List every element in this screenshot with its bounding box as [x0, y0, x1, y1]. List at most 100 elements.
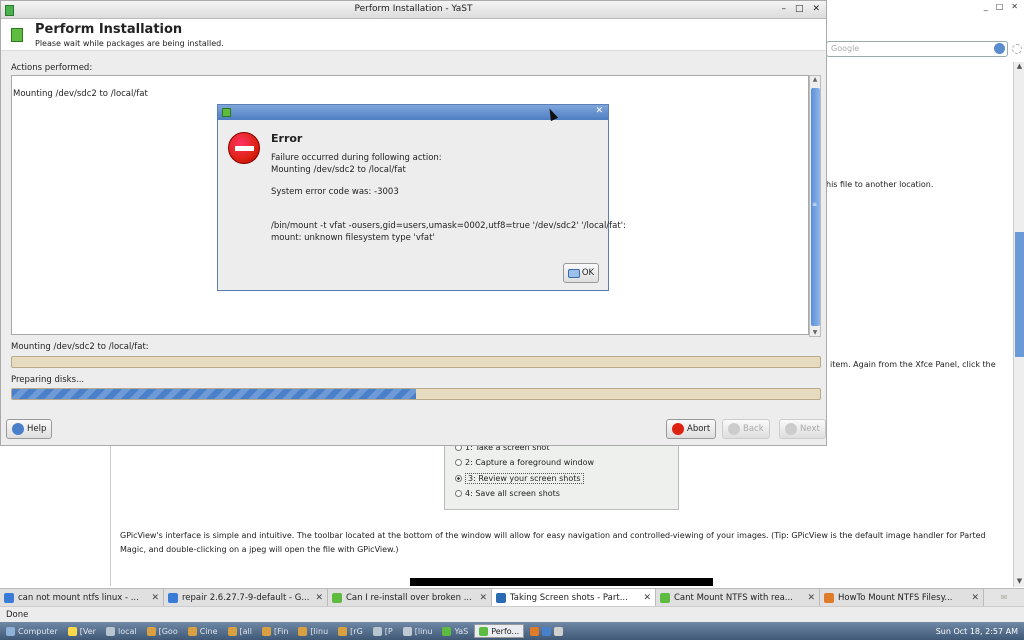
log-scrollbar[interactable]: ▲ ≡ ▼: [809, 75, 821, 337]
maximize-icon[interactable]: □: [996, 2, 1004, 11]
tray-update-icon[interactable]: [530, 626, 540, 636]
scroll-thumb[interactable]: [1015, 232, 1024, 357]
progress-bar-total: [11, 388, 821, 400]
tab-taking-screenshots[interactable]: Taking Screen shots - Part... ✕: [492, 589, 656, 607]
tab-close-icon[interactable]: ✕: [315, 593, 323, 603]
computer-icon: [6, 626, 15, 636]
abort-button[interactable]: Abort: [666, 419, 717, 439]
tab-close-icon[interactable]: ✕: [479, 593, 487, 603]
tab-list-icon[interactable]: ✉: [984, 589, 1024, 606]
firefox-icon: [187, 626, 197, 636]
capture-option-4: 4: Save all screen shots: [455, 489, 560, 498]
package-icon: [11, 28, 23, 42]
back-button[interactable]: Back: [722, 419, 770, 439]
browser-tab-bar: can not mount ntfs linux - ... ✕ repair …: [0, 588, 1024, 607]
ok-button[interactable]: OK: [563, 263, 599, 283]
tray-icons: [526, 624, 567, 638]
minimize-icon[interactable]: _: [984, 2, 988, 11]
taskbar-item-perform-installation[interactable]: Perfo...: [474, 624, 525, 638]
taskbar-item[interactable]: local: [102, 624, 141, 638]
window-title: Perform Installation - YaST: [354, 4, 473, 14]
dialog-heading: Error: [271, 132, 303, 145]
tab-repair-kernel[interactable]: repair 2.6.27.7-9-default - G... ✕: [164, 589, 328, 607]
scroll-up-icon[interactable]: ▲: [810, 76, 820, 83]
taskbar-item-yast[interactable]: YaS: [438, 624, 472, 638]
actions-label: Actions performed:: [11, 63, 93, 73]
error-stop-icon: [228, 132, 260, 164]
capture-option-2: 2: Capture a foreground window: [455, 458, 594, 467]
help-button[interactable]: Help: [6, 419, 53, 439]
progress2-label: Preparing disks...: [11, 375, 85, 385]
folder-icon: [105, 626, 115, 636]
taskbar-item[interactable]: [Fin: [258, 624, 292, 638]
google-icon: [4, 593, 14, 603]
progress1-label: Mounting /dev/sdc2 to /local/fat:: [11, 342, 149, 352]
capture-options-image: 1: Take a screen shot 2: Capture a foreg…: [444, 440, 679, 510]
article-text-fragment: his file to another location.: [826, 180, 934, 189]
error-detail: mount: unknown filesystem type 'vfat': [271, 233, 435, 243]
tray-volume-icon[interactable]: [554, 626, 564, 636]
tab-close-icon[interactable]: ✕: [151, 593, 159, 603]
scroll-down-icon[interactable]: ▼: [1014, 577, 1024, 587]
sun-icon: [1012, 44, 1022, 54]
tab-close-icon[interactable]: ✕: [643, 593, 651, 603]
search-icon[interactable]: [994, 43, 1005, 54]
taskbar-item[interactable]: [linu: [294, 624, 332, 638]
taskbar-item[interactable]: [linu: [399, 624, 437, 638]
article-paragraph-line2: Magic, and double-clicking on a jpeg wil…: [120, 545, 399, 554]
firefox-icon: [298, 626, 308, 636]
clock[interactable]: Sun Oct 18, 2:57 AM: [932, 627, 1022, 636]
error-dialog: ✕ Error Failure occurred during followin…: [217, 104, 626, 291]
yast-icon: [479, 626, 489, 636]
next-button[interactable]: Next: [779, 419, 826, 439]
tab-can-not-mount-ntfs[interactable]: can not mount ntfs linux - ... ✕: [0, 589, 164, 607]
howto-icon: [824, 593, 834, 603]
taskbar-item[interactable]: [Goo: [143, 624, 182, 638]
progress-bar-current: [11, 356, 821, 368]
error-code: System error code was: -3003: [271, 187, 399, 197]
close-icon[interactable]: ✕: [812, 1, 820, 18]
progress-fill: [12, 389, 416, 399]
abort-icon: [672, 423, 684, 435]
page-subtitle: Please wait while packages are being ins…: [35, 39, 224, 48]
scroll-up-icon[interactable]: ▲: [1014, 62, 1024, 72]
error-action: Mounting /dev/sdc2 to /local/fat: [271, 165, 406, 175]
notes-icon: [67, 626, 77, 636]
article-text-fragment: item. Again from the Xfce Panel, click t…: [830, 360, 996, 369]
close-icon[interactable]: ✕: [595, 106, 603, 116]
taskbar: Computer [Ver local [Goo Cine [all [Fin …: [0, 622, 1024, 640]
radio-icon: [455, 459, 462, 466]
taskbar-item[interactable]: Cine: [184, 624, 222, 638]
tab-cant-mount-ntfs[interactable]: Cant Mount NTFS with rea... ✕: [656, 589, 820, 607]
terminal-icon: [402, 626, 412, 636]
taskbar-item[interactable]: [P: [369, 624, 397, 638]
minimize-icon[interactable]: –: [781, 1, 786, 18]
window-controls: – □ ✕: [781, 1, 820, 18]
taskbar-item[interactable]: [all: [224, 624, 256, 638]
tab-close-icon[interactable]: ✕: [971, 593, 979, 603]
capture-option-3: 3: Review your screen shots: [455, 473, 584, 484]
taskbar-item[interactable]: [rG: [334, 624, 367, 638]
image-placeholder: [410, 578, 713, 586]
scroll-down-icon[interactable]: ▼: [810, 329, 820, 336]
close-icon[interactable]: ✕: [1011, 2, 1018, 11]
yast-title-bar[interactable]: Perform Installation - YaST – □ ✕: [1, 1, 826, 19]
maximize-icon[interactable]: □: [795, 1, 804, 18]
taskbar-item-computer[interactable]: Computer: [2, 624, 62, 638]
browser-scrollbar[interactable]: ▲ ▼: [1013, 62, 1024, 587]
article-paragraph-line1: GPicView's interface is simple and intui…: [120, 531, 986, 540]
tab-close-icon[interactable]: ✕: [807, 593, 815, 603]
search-input[interactable]: Google: [826, 41, 1008, 57]
page-icon: [496, 593, 506, 603]
status-bar: Done: [0, 606, 1024, 622]
back-arrow-icon: [728, 423, 740, 435]
search-placeholder: Google: [831, 44, 860, 53]
tab-reinstall[interactable]: Can I re-install over broken ... ✕: [328, 589, 492, 607]
error-command: /bin/mount -t vfat -ousers,gid=users,uma…: [271, 221, 626, 231]
tray-network-icon[interactable]: [542, 626, 552, 636]
firefox-icon: [262, 626, 271, 636]
firefox-icon: [146, 626, 156, 636]
tab-howto-mount-ntfs[interactable]: HowTo Mount NTFS Filesy... ✕: [820, 589, 984, 607]
taskbar-item[interactable]: [Ver: [64, 624, 100, 638]
yast-icon: [5, 5, 14, 16]
